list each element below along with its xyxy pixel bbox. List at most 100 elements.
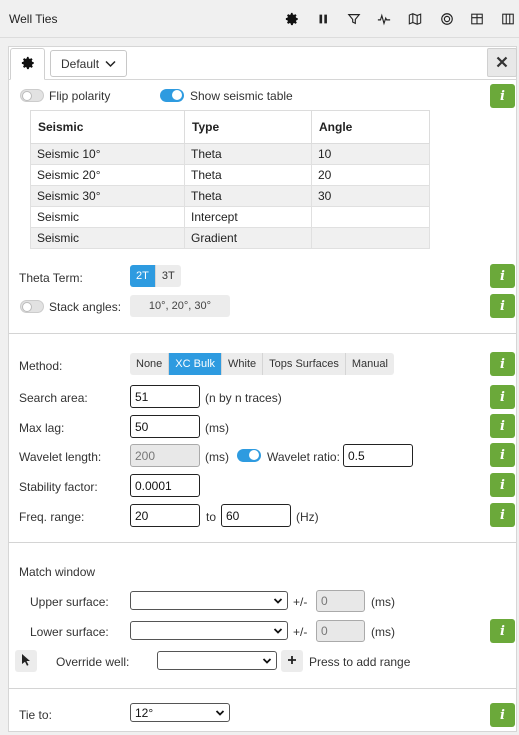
divider [9, 688, 516, 689]
chevron-down-icon [273, 625, 283, 639]
wavelet-length-input[interactable]: 200 [130, 444, 200, 467]
max-lag-label: Max lag: [19, 421, 65, 435]
chevron-down-icon [273, 595, 283, 609]
info-button[interactable]: i [490, 443, 515, 467]
target-icon[interactable] [437, 9, 457, 29]
table-row[interactable]: Seismic 30° Theta 30 [30, 185, 430, 207]
preset-label: Default [61, 56, 100, 71]
method-option-manual[interactable]: Manual [345, 353, 394, 375]
table-cell: Seismic 20° [30, 164, 185, 186]
add-range-button[interactable] [281, 650, 303, 672]
theta-option-2t[interactable]: 2T [130, 265, 156, 287]
table-cell: Gradient [184, 227, 312, 249]
chevron-down-icon [215, 707, 225, 721]
info-icon: i [500, 623, 505, 639]
theta-term-selector: 2T 3T [130, 265, 181, 287]
title-bar: Well Ties [0, 0, 519, 38]
method-option-white[interactable]: White [222, 353, 264, 375]
upper-surface-offset-input[interactable]: 0 [316, 590, 365, 612]
plus-icon [287, 654, 297, 668]
wavelet-ratio-input[interactable]: 0.5 [343, 444, 413, 467]
search-area-input[interactable]: 51 [130, 385, 200, 408]
show-seismic-table-toggle[interactable] [160, 89, 184, 102]
grid-icon[interactable] [467, 9, 487, 29]
table-cell [311, 206, 430, 228]
waveform-icon[interactable] [374, 9, 394, 29]
filter-icon[interactable] [344, 9, 364, 29]
add-range-hint: Press to add range [309, 655, 411, 669]
info-button[interactable]: i [490, 352, 515, 376]
stability-factor-input[interactable]: 0.0001 [130, 474, 200, 497]
map-icon[interactable] [405, 9, 425, 29]
table-cell: Seismic 10° [30, 143, 185, 165]
upper-surface-select[interactable] [130, 591, 288, 610]
tie-to-select[interactable]: 12° [130, 703, 230, 722]
gear-icon[interactable] [282, 9, 302, 29]
freq-range-label: Freq. range: [19, 510, 85, 524]
columns-icon[interactable] [498, 9, 518, 29]
preset-dropdown[interactable]: Default [50, 50, 127, 77]
stack-angles-label: Stack angles: [49, 300, 122, 314]
table-row[interactable]: Seismic 20° Theta 20 [30, 164, 430, 186]
table-cell: 20 [311, 164, 430, 186]
method-selector: None XC Bulk White Tops Surfaces Manual [130, 353, 394, 375]
info-button[interactable]: i [490, 294, 515, 318]
lower-surface-unit: (ms) [371, 625, 395, 639]
stack-angles-toggle[interactable] [20, 300, 44, 313]
info-button[interactable]: i [490, 503, 515, 527]
column-header: Type [184, 110, 312, 144]
lower-surface-label: Lower surface: [30, 625, 109, 639]
table-row[interactable]: Seismic Intercept [30, 206, 430, 228]
override-well-label: Override well: [56, 655, 130, 669]
column-header: Seismic [30, 110, 185, 144]
well-ties-panel: Default Flip polarity Show seismic table… [8, 46, 517, 732]
search-area-unit: (n by n traces) [205, 391, 282, 405]
info-button[interactable]: i [490, 414, 515, 438]
info-button[interactable]: i [490, 703, 515, 727]
lower-surface-select[interactable] [130, 621, 288, 640]
close-button[interactable] [487, 48, 517, 77]
theta-option-3t[interactable]: 3T [155, 265, 181, 287]
gear-icon [21, 56, 35, 73]
freq-range-to-input[interactable]: 60 [221, 504, 291, 527]
method-option-tops-surfaces[interactable]: Tops Surfaces [263, 353, 346, 375]
info-icon: i [500, 389, 505, 405]
info-button[interactable]: i [490, 264, 515, 288]
window-title: Well Ties [9, 12, 58, 26]
tab-strip: Default [9, 47, 517, 80]
stack-angles-value[interactable]: 10°, 20°, 30° [130, 295, 230, 317]
table-row[interactable]: Seismic 10° Theta 10 [30, 143, 430, 165]
wavelet-ratio-toggle[interactable] [237, 449, 261, 462]
info-button[interactable]: i [490, 473, 515, 497]
freq-range-from-input[interactable]: 20 [130, 504, 200, 527]
cursor-arrow-icon [21, 653, 32, 669]
pause-icon[interactable] [313, 9, 333, 29]
info-icon: i [500, 298, 505, 314]
max-lag-input[interactable]: 50 [130, 415, 200, 438]
close-icon [496, 52, 508, 73]
freq-range-to-label: to [206, 510, 217, 524]
table-row[interactable]: Seismic Gradient [30, 227, 430, 249]
method-option-none[interactable]: None [130, 353, 170, 375]
info-button[interactable]: i [490, 385, 515, 409]
pointer-button[interactable] [15, 650, 37, 672]
method-option-xc-bulk[interactable]: XC Bulk [169, 353, 223, 375]
info-button[interactable]: i [490, 84, 515, 108]
info-button[interactable]: i [490, 619, 515, 643]
chevron-down-icon [262, 655, 272, 669]
info-icon: i [500, 477, 505, 493]
table-cell [311, 227, 430, 249]
freq-range-unit: (Hz) [296, 510, 319, 524]
stability-factor-label: Stability factor: [19, 480, 98, 494]
show-seismic-table-label: Show seismic table [190, 89, 293, 103]
lower-surface-offset-input[interactable]: 0 [316, 620, 365, 642]
flip-polarity-toggle[interactable] [20, 89, 44, 102]
seismic-table: Seismic Type Angle Seismic 10° Theta 10 … [30, 110, 430, 249]
upper-surface-unit: (ms) [371, 595, 395, 609]
settings-tab[interactable] [10, 48, 45, 80]
table-cell: Seismic 30° [30, 185, 185, 207]
table-cell: Seismic [30, 227, 185, 249]
column-header: Angle [311, 110, 430, 144]
override-well-select[interactable] [157, 651, 277, 670]
upper-surface-label: Upper surface: [30, 595, 109, 609]
